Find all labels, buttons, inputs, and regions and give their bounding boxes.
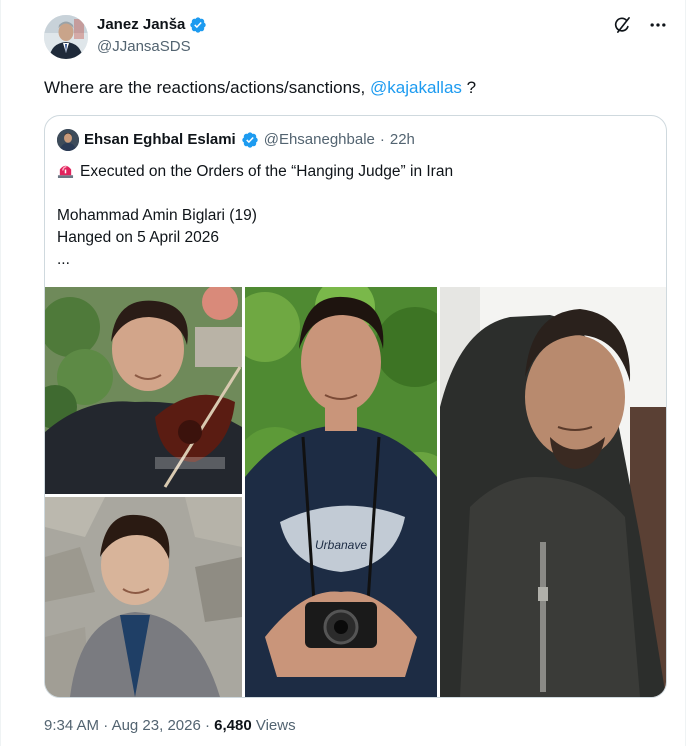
media-grid: Urbanave [45, 287, 666, 697]
quoted-line-4: ... [57, 251, 70, 268]
author-block: Janez Janša @JJansaSDS [97, 15, 207, 57]
photo-young-man-camera[interactable]: Urbanave [245, 287, 437, 697]
tweet-text-end: ? [461, 78, 477, 97]
quoted-line-1: Executed on the Orders of the “Hanging J… [57, 161, 453, 183]
author-avatar[interactable] [44, 15, 88, 59]
tweet-text-body: Where are the reactions/actions/sanction… [44, 78, 370, 97]
tweet-card[interactable]: Janez Janša @JJansaSDS Where are the rea… [0, 0, 686, 746]
photo-boy-violin[interactable] [45, 287, 242, 494]
more-icon[interactable] [647, 14, 669, 36]
verified-badge-icon [189, 16, 207, 34]
views-count: 6,480 [214, 717, 252, 734]
tweet-footer: 9:34 AM · Aug 23, 2026 · 6,480 Views [44, 716, 296, 736]
quoted-line-2: Mohammad Amin Biglari (19) [57, 207, 257, 224]
mention-link[interactable]: @kajakallas [370, 78, 462, 97]
photo-child-portrait[interactable] [45, 497, 242, 697]
footer-separator-1: · [99, 717, 112, 734]
views-label: Views [251, 717, 296, 734]
quoted-author-avatar[interactable] [57, 129, 79, 151]
siren-emoji-icon [57, 162, 74, 179]
footer-separator-2: · [200, 717, 215, 734]
meta-separator: · [379, 131, 385, 148]
top-actions [611, 14, 669, 36]
quoted-tweet[interactable]: Ehsan Eghbal Eslami @Ehsaneghbale · 22h … [44, 115, 667, 698]
shirt-print-text: Urbanave [315, 538, 367, 552]
quoted-timestamp[interactable]: 22h [390, 130, 415, 150]
quoted-tweet-header: Ehsan Eghbal Eslami @Ehsaneghbale · 22h [57, 129, 415, 151]
tweet-time[interactable]: 9:34 AM [44, 717, 99, 734]
tweet-text: Where are the reactions/actions/sanction… [44, 76, 476, 100]
photo-man-hoodie[interactable] [440, 287, 666, 697]
quoted-verified-badge-icon [241, 131, 259, 149]
tweet-date[interactable]: Aug 23, 2026 [112, 717, 201, 734]
quoted-line-3: Hanged on 5 April 2026 [57, 229, 220, 246]
quoted-tweet-text: Executed on the Orders of the “Hanging J… [57, 161, 453, 271]
author-name[interactable]: Janez Janša [97, 15, 185, 35]
grok-icon[interactable] [611, 14, 633, 36]
quoted-author-name[interactable]: Ehsan Eghbal Eslami [84, 130, 236, 150]
author-handle[interactable]: @JJansaSDS [97, 37, 207, 57]
quoted-author-handle[interactable]: @Ehsaneghbale [264, 130, 375, 150]
quoted-line-1-text: Executed on the Orders of the “Hanging J… [80, 163, 454, 180]
